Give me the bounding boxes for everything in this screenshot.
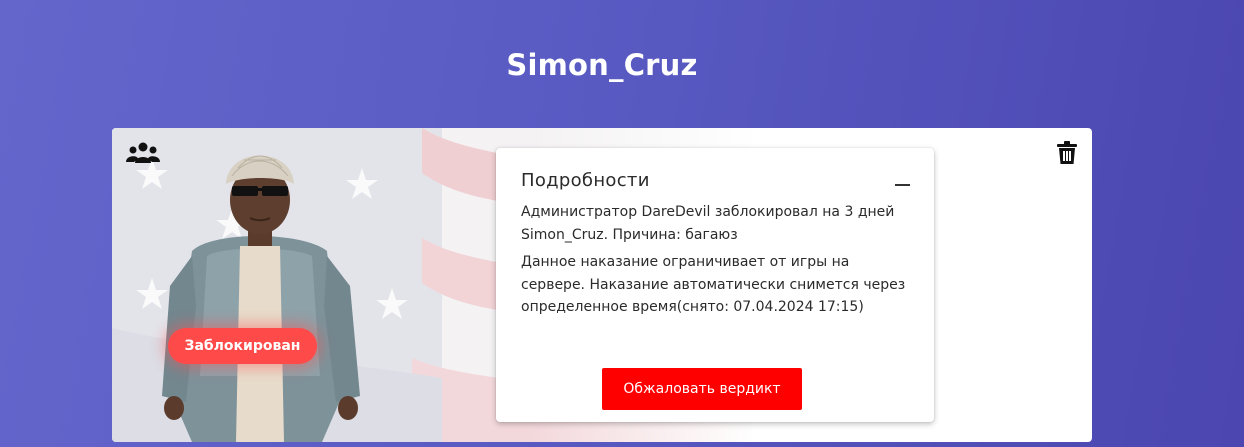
ban-info: Данное наказание ограничивает от игры на… xyxy=(521,254,906,315)
page-title: Simon_Cruz xyxy=(506,48,698,82)
character-avatar xyxy=(162,155,360,442)
user-card: Заблокирован Подробности Администратор D… xyxy=(112,128,1092,442)
ban-message: Администратор DareDevil заблокировал на … xyxy=(521,204,895,243)
appeal-button[interactable]: Обжаловать вердикт xyxy=(602,368,802,410)
details-title: Подробности xyxy=(521,170,650,191)
status-badge: Заблокирован xyxy=(168,328,317,364)
minus-icon[interactable] xyxy=(895,184,910,186)
details-panel: Подробности Администратор DareDevil забл… xyxy=(496,148,934,422)
trash-icon[interactable] xyxy=(1056,141,1078,165)
